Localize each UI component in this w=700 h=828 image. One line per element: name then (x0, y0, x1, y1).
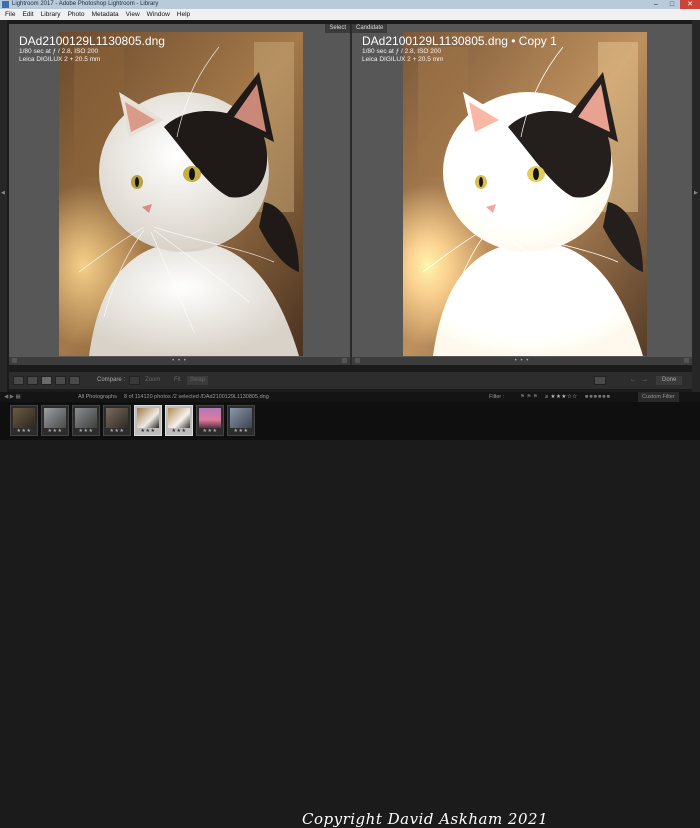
filmstrip-source[interactable]: All Photographs (78, 392, 117, 402)
filmstrip-thumbnail[interactable]: ★★★ (72, 405, 100, 436)
next-arrow-icon[interactable]: → (642, 376, 648, 385)
candidate-filename: DAd2100129L1130805.dng • Copy 1 (362, 34, 557, 48)
candidate-pane[interactable]: Candidate DAd2100129L1130805.dng • Copy … (352, 24, 692, 365)
select-photo-info: DAd2100129L1130805.dng 1/80 sec at ƒ / 2… (19, 35, 165, 64)
filmstrip-bar: ◀ ▶ ▦ All Photographs 8 of 114120 photos… (0, 392, 700, 402)
menu-metadata[interactable]: Metadata (92, 9, 119, 20)
select-camera: Leica DIGILUX 2 + 20.5 mm (19, 56, 101, 63)
lock-icon[interactable] (129, 376, 140, 385)
swap-button[interactable]: Swap (187, 376, 209, 385)
copyright-watermark: Copyright David Askham 2021 (302, 810, 549, 828)
fit-label: Fit (174, 377, 181, 383)
thumb-stars: ★★★ (202, 428, 218, 434)
select-filename: DAd2100129L1130805.dng (19, 34, 165, 48)
close-button[interactable]: ✕ (680, 0, 700, 9)
filmstrip-nav-icon[interactable]: ◀ ▶ ▦ (4, 392, 21, 402)
menu-file[interactable]: File (5, 9, 15, 20)
rating-filter-icon[interactable]: ≥ ★★★☆☆ (545, 392, 578, 402)
previous-arrow-icon[interactable]: ← (630, 376, 636, 385)
library-toolbar: Compare : Zoom Fit Swap ← → Done (9, 372, 692, 389)
minimize-button[interactable]: – (648, 0, 664, 9)
filmstrip-thumbnail[interactable]: ★★★ (103, 405, 131, 436)
thumb-stars: ★★★ (47, 428, 63, 434)
compare-label: Compare : (97, 377, 126, 383)
candidate-photo[interactable] (403, 32, 647, 356)
custom-filter-select[interactable]: Custom Filter (638, 392, 679, 402)
pane-footer-dots[interactable]: • • • (515, 357, 530, 365)
menu-photo[interactable]: Photo (68, 9, 85, 20)
thumb-stars: ★★★ (171, 428, 187, 434)
menu-edit[interactable]: Edit (22, 9, 33, 20)
thumb-stars: ★★★ (78, 428, 94, 434)
window-title: Lightroom 2017 - Adobe Photoshop Lightro… (12, 1, 159, 7)
pane-footer-dots[interactable]: • • • (172, 357, 187, 365)
select-exposure: 1/80 sec at ƒ / 2.8, ISO 200 (19, 48, 99, 55)
right-panel-arrow-icon[interactable]: ▶ (694, 190, 698, 196)
filmstrip-thumbnail[interactable]: ★★★ (196, 405, 224, 436)
filmstrip-count: 8 of 114120 photos /2 selected /DAd21001… (124, 394, 269, 400)
filmstrip-thumbnail[interactable]: ★★★ (10, 405, 38, 436)
thumb-stars: ★★★ (233, 428, 249, 434)
flag-filter-icon[interactable]: ⚑ ⚑ ⚑ (520, 392, 538, 402)
candidate-photo-info: DAd2100129L1130805.dng • Copy 1 1/80 sec… (362, 35, 557, 64)
thumb-stars: ★★★ (140, 428, 156, 434)
candidate-camera: Leica DIGILUX 2 + 20.5 mm (362, 56, 444, 63)
pane-handle-right-icon[interactable] (684, 358, 689, 363)
filmstrip: ★★★ ★★★ ★★★ ★★★ ★★★ ★★★ ★★★ ★★★ Copyrigh… (0, 402, 700, 828)
select-photo[interactable] (59, 32, 303, 356)
select-tag: Select (325, 24, 350, 33)
color-filter-icon[interactable]: ■■■■■■ (585, 392, 611, 402)
sync-icon[interactable] (594, 376, 606, 385)
filmstrip-thumbnail-selected[interactable]: ★★★ (165, 405, 193, 436)
select-pane-footer: • • • (9, 357, 350, 365)
grid-view-icon[interactable] (13, 376, 24, 385)
filmstrip-thumbnail[interactable]: ★★★ (227, 405, 255, 436)
done-button[interactable]: Done (656, 376, 683, 385)
maximize-button[interactable]: □ (664, 0, 680, 9)
left-panel-arrow-icon[interactable]: ◀ (1, 190, 5, 196)
thumb-stars: ★★★ (109, 428, 125, 434)
zoom-label: Zoom (145, 377, 161, 383)
right-panel-collapsed[interactable]: ▶ (692, 20, 700, 400)
window-controls: – □ ✕ (648, 0, 700, 9)
menu-bar: File Edit Library Photo Metadata View Wi… (0, 9, 700, 20)
filmstrip-thumbnail-selected[interactable]: ★★★ (134, 405, 162, 436)
loupe-view-icon[interactable] (27, 376, 38, 385)
pane-handle-left-icon[interactable] (12, 358, 17, 363)
lightroom-app-icon (2, 1, 9, 8)
menu-library[interactable]: Library (41, 9, 61, 20)
candidate-pane-footer: • • • (352, 357, 692, 365)
filmstrip-thumbnail[interactable]: ★★★ (41, 405, 69, 436)
pane-handle-right-icon[interactable] (342, 358, 347, 363)
candidate-tag: Candidate (352, 24, 388, 33)
filmstrip-filter-label: Filter : (489, 394, 505, 400)
pane-handle-left-icon[interactable] (355, 358, 360, 363)
left-panel-collapsed[interactable]: ◀ (0, 20, 7, 400)
window-titlebar: Lightroom 2017 - Adobe Photoshop Lightro… (0, 0, 700, 9)
survey-view-icon[interactable] (55, 376, 66, 385)
thumb-stars: ★★★ (16, 428, 32, 434)
menu-window[interactable]: Window (147, 9, 170, 20)
menu-view[interactable]: View (126, 9, 140, 20)
people-view-icon[interactable] (69, 376, 80, 385)
select-pane[interactable]: Select DAd2100129L1130805.dng 1/80 sec a… (9, 24, 350, 365)
menu-help[interactable]: Help (177, 9, 190, 20)
candidate-exposure: 1/80 sec at ƒ / 2.8, ISO 200 (362, 48, 442, 55)
compare-view-icon[interactable] (41, 376, 52, 385)
